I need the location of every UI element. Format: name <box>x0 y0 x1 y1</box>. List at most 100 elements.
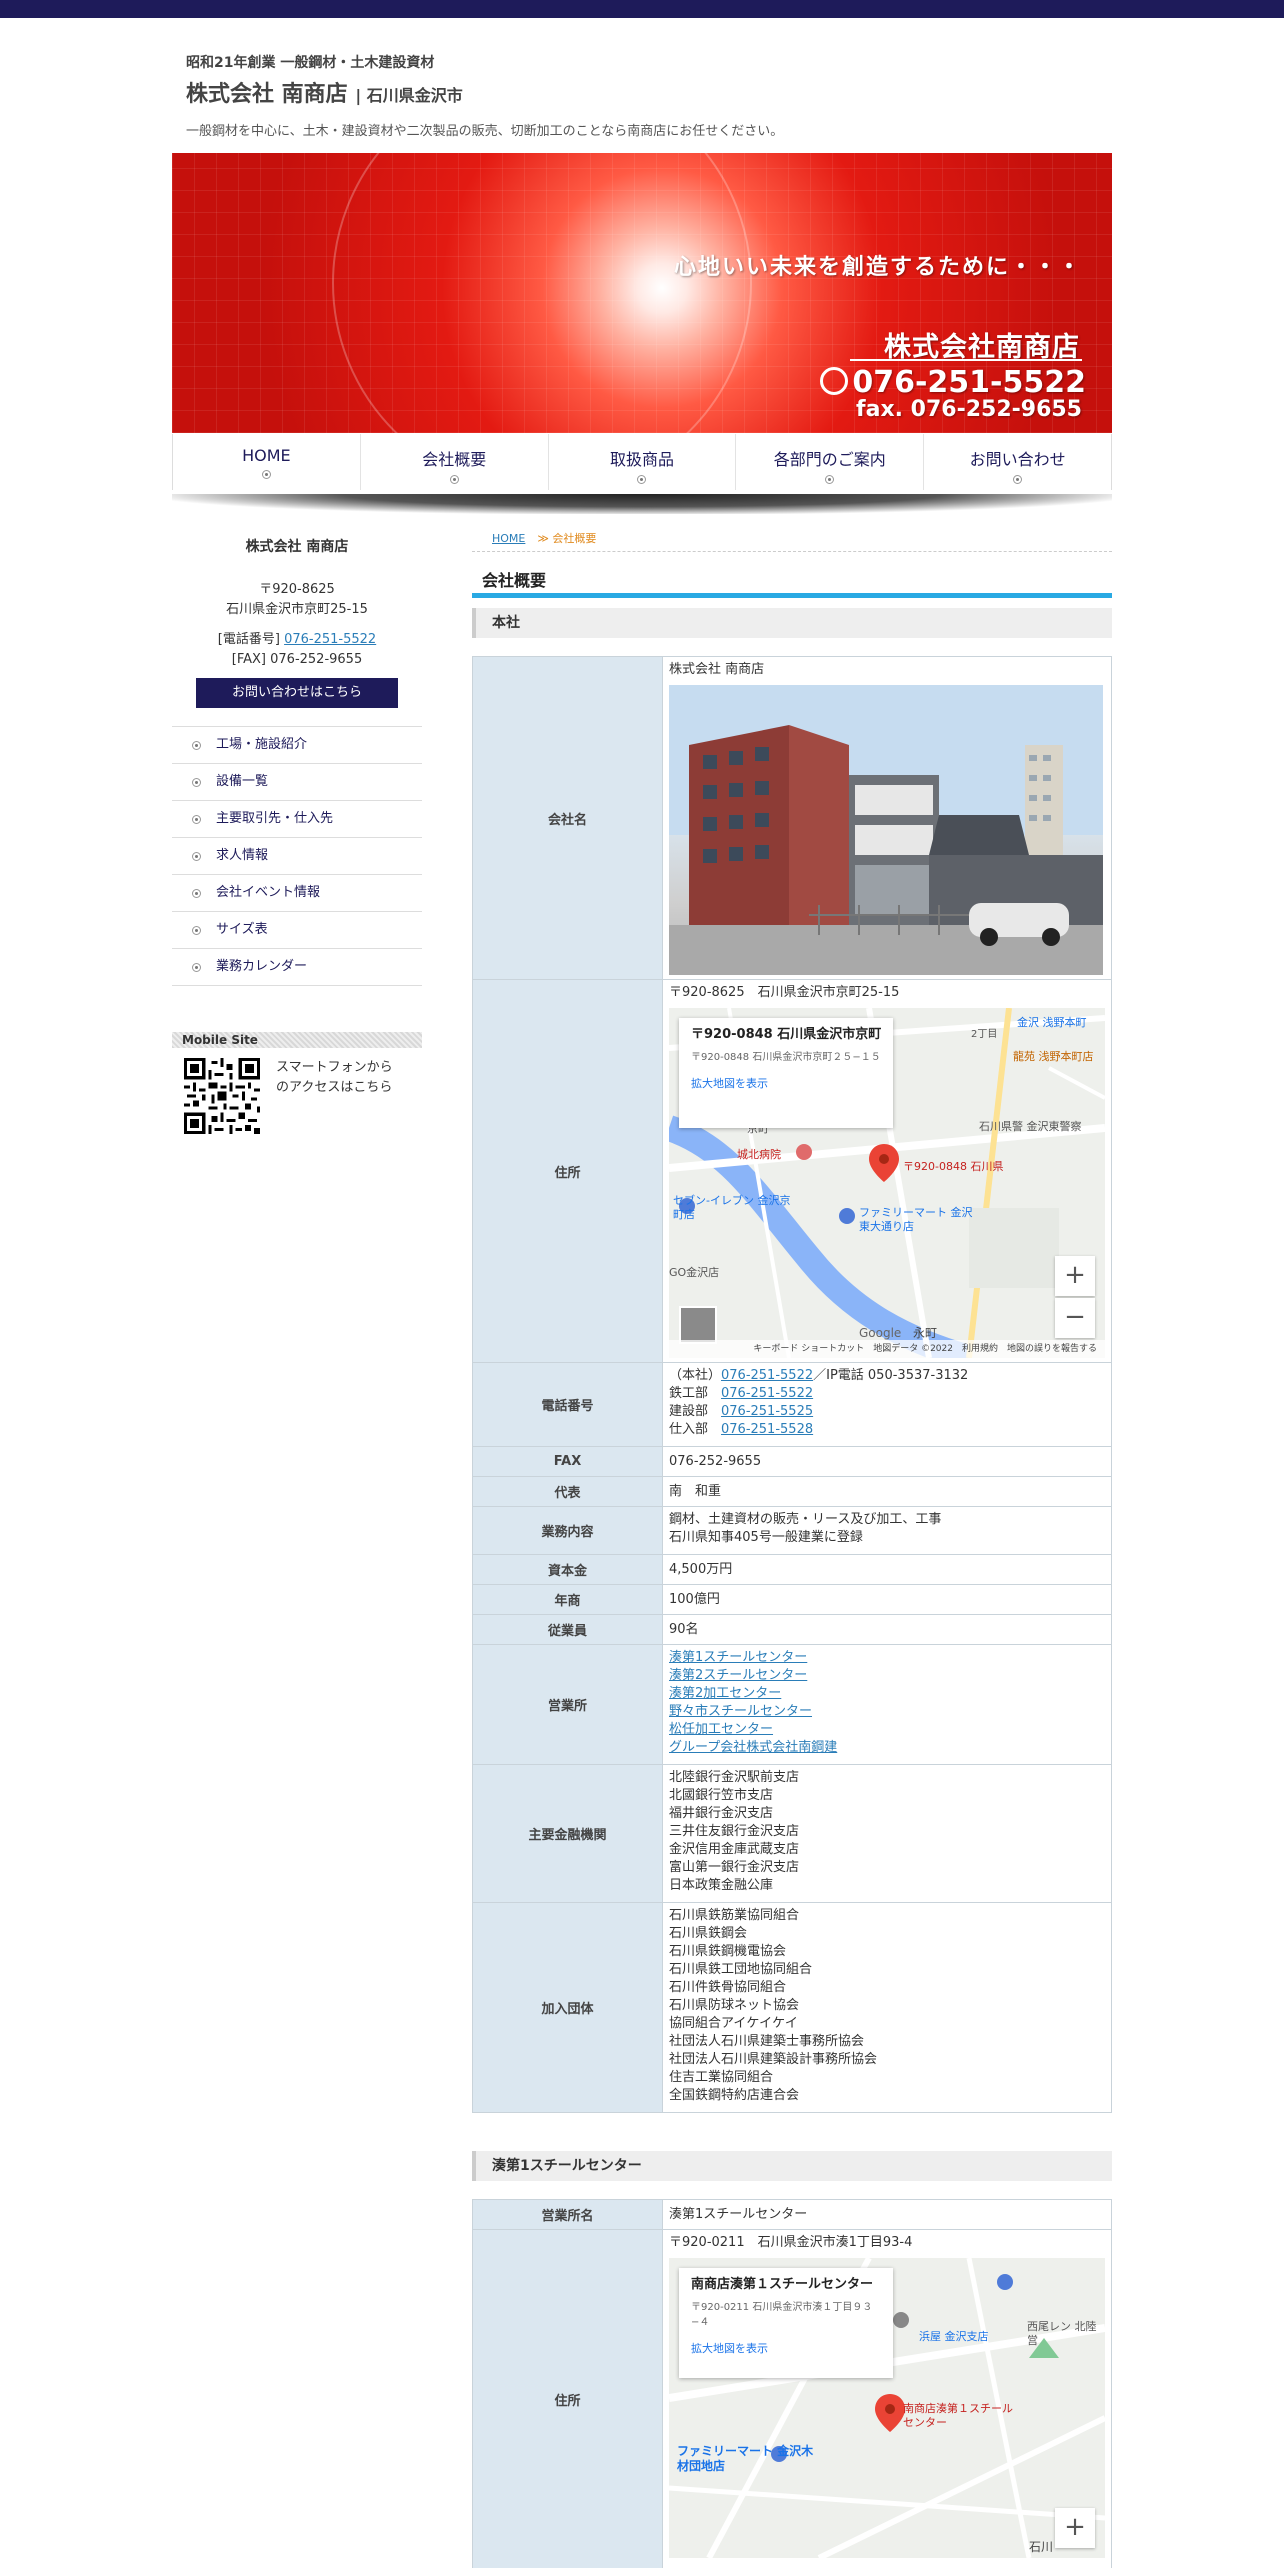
sidebar-item-equipment[interactable]: 設備一覧 <box>172 764 422 801</box>
office-link[interactable]: グループ会社株式会社南鋼建 <box>669 1740 837 1755</box>
map-enlarge-link[interactable]: 拡大地図を表示 <box>691 2340 881 2358</box>
phone-link[interactable]: 076-251-5522 <box>721 1368 813 1383</box>
sidebar-tel-label: [電話番号] <box>217 632 280 647</box>
row-value: 90名 <box>662 1614 1112 1645</box>
map-label: 西尾レン 北陸営 <box>1027 2320 1097 2347</box>
row-label: 営業所 <box>472 1644 663 1765</box>
phone-prefix: 仕入部 <box>669 1422 722 1437</box>
nav-company[interactable]: 会社概要 <box>361 434 549 490</box>
phone-link[interactable]: 076-251-5528 <box>721 1422 813 1437</box>
page-title: 会社概要 <box>472 566 1112 598</box>
bullet-icon <box>192 815 201 824</box>
address-value: 〒920-0211 石川県金沢市湊1丁目93-4 <box>669 2235 913 2250</box>
nav-contact[interactable]: お問い合わせ <box>924 434 1111 490</box>
qr-code-icon[interactable] <box>184 1058 260 1134</box>
sidebar-item-events[interactable]: 会社イベント情報 <box>172 875 422 912</box>
row-label: 業務内容 <box>472 1506 663 1555</box>
office-link[interactable]: 湊第1スチールセンター <box>669 1650 807 1665</box>
group-item: 石川県防球ネット協会 <box>669 1998 800 2013</box>
nav-departments[interactable]: 各部門のご案内 <box>736 434 925 490</box>
row-label: 代表 <box>472 1476 663 1507</box>
zoom-in-button[interactable]: + <box>1055 2508 1095 2548</box>
contact-button[interactable]: お問い合わせはこちら <box>196 678 398 708</box>
row-value: 湊第1スチールセンター 湊第2スチールセンター 湊第2加工センター 野々市スチー… <box>662 1644 1112 1765</box>
group-item: 社団法人石川県建築士事務所協会 <box>669 2034 865 2049</box>
row-value: 076-252-9655 <box>662 1446 1112 1477</box>
map-pin-label: 〒920-0848 石川県 <box>903 1160 1004 1173</box>
map-label: 石川 <box>1029 2540 1054 2554</box>
row-label: 加入団体 <box>472 1902 663 2113</box>
map-pin-icon <box>869 1144 899 1182</box>
row-label: 住所 <box>472 2229 663 2568</box>
sidebar-menu: 工場・施設紹介 設備一覧 主要取引先・仕入先 求人情報 会社イベント情報 サイズ… <box>172 726 422 986</box>
group-item: 石川県鉄鋼会 <box>669 1926 748 1941</box>
sidebar-phone: [電話番号] 076-251-5522 [FAX] 076-252-9655 <box>172 630 422 670</box>
mobile-text-line: スマートフォンから <box>276 1060 393 1075</box>
map-info-card: 南商店湊第１スチールセンター 〒920-0211 石川県金沢市湊１丁目９３−４ … <box>679 2268 893 2378</box>
sidebar-item-calendar[interactable]: 業務カレンダー <box>172 949 422 986</box>
nav-shadow <box>172 494 1112 514</box>
bank-item: 北國銀行笠市支店 <box>669 1788 774 1803</box>
phone-prefix: 建設部 <box>669 1404 722 1419</box>
nav-home[interactable]: HOME <box>173 434 361 490</box>
google-map-headoffice[interactable]: 〒920-0848 石川県 金沢 浅野本町 2丁目 龍苑 浅野本町店 石川県警 … <box>669 1008 1105 1358</box>
map-label: セブン-イレブン 金沢京町店 <box>673 1194 791 1221</box>
map-card-title: 〒920-0848 石川県金沢市京町... <box>691 1027 881 1042</box>
site-title[interactable]: 株式会社 南商店 | 石川県金沢市 <box>186 76 1106 108</box>
sidebar-item-facilities[interactable]: 工場・施設紹介 <box>172 727 422 764</box>
phone-link[interactable]: 076-251-5522 <box>721 1386 813 1401</box>
map-label: 石川県警 金沢東警察 <box>979 1120 1082 1133</box>
office-link[interactable]: 湊第2加工センター <box>669 1686 781 1701</box>
hero-slogan: 心地いい未来を創造するために・・・ <box>673 255 1082 280</box>
office-info-table: 営業所名 湊第1スチールセンター 住所 〒920-0211 石川県金沢市湊1丁目… <box>472 2199 1112 2568</box>
bullet-icon <box>192 852 201 861</box>
sidebar-item-label: 業務カレンダー <box>216 959 308 974</box>
row-value: （本社）076-251-5522／IP電話 050-3537-3132 鉄工部 … <box>662 1362 1112 1447</box>
row-label: 営業所名 <box>472 2199 663 2230</box>
office-link[interactable]: 野々市スチールセンター <box>669 1704 812 1719</box>
group-item: 石川県鉄鋼機電協会 <box>669 1944 787 1959</box>
sidebar-item-partners[interactable]: 主要取引先・仕入先 <box>172 801 422 838</box>
table-row: 資本金 4,500万円 <box>472 1554 1112 1585</box>
group-item: 協同組合アイケイケイ <box>669 2016 798 2031</box>
group-item: 石川県鉄筋業協同組合 <box>669 1908 800 1923</box>
table-row: 電話番号 （本社）076-251-5522／IP電話 050-3537-3132… <box>472 1362 1112 1447</box>
map-pin-icon <box>875 2394 905 2432</box>
row-label: 主要金融機関 <box>472 1764 663 1903</box>
nav-label: HOME <box>242 446 291 465</box>
hero-banner: 心地いい未来を創造するために・・・ 株式会社南商店 076-251-5522 f… <box>172 153 1112 433</box>
breadcrumb-current: ≫ 会社概要 <box>537 532 597 545</box>
bullet-icon <box>192 889 201 898</box>
map-card-title: 南商店湊第１スチールセンター <box>691 2277 874 2292</box>
google-map-minato1[interactable]: 南商店湊第１スチールセンター 浜屋 金沢支店 西尾レン 北陸営 ファミリーマート… <box>669 2258 1105 2558</box>
row-label: 従業員 <box>472 1614 663 1645</box>
phone-link[interactable]: 076-251-5525 <box>721 1404 813 1419</box>
breadcrumb-home[interactable]: HOME <box>492 532 525 545</box>
map-card-address: 〒920-0848 石川県金沢市京町２５−１５ <box>691 1052 881 1063</box>
sidebar-item-sizes[interactable]: サイズ表 <box>172 912 422 949</box>
office-link[interactable]: 湊第2スチールセンター <box>669 1668 807 1683</box>
sidebar-street: 石川県金沢市京町25-15 <box>226 602 368 617</box>
map-label: GO金沢店 <box>669 1266 720 1279</box>
map-label: 金沢 浅野本町 <box>1017 1016 1087 1029</box>
company-name[interactable]: 株式会社 南商店 <box>186 82 348 107</box>
sidebar-item-label: 工場・施設紹介 <box>216 737 308 752</box>
sidebar-tel-link[interactable]: 076-251-5522 <box>284 632 376 647</box>
table-row: 業務内容 鋼材、土建資材の販売・リース及び加工、工事 石川県知事405号一般建業… <box>472 1506 1112 1555</box>
map-label: ファミリーマート 金沢木材団地店 <box>677 2444 814 2473</box>
hero-light-ring <box>332 153 752 433</box>
row-value: 株式会社 南商店 <box>662 656 1112 980</box>
section-heading-minato1: 湊第1スチールセンター <box>472 2151 1112 2181</box>
office-link[interactable]: 松任加工センター <box>669 1722 773 1737</box>
bank-item: 福井銀行金沢支店 <box>669 1806 774 1821</box>
map-attribution[interactable]: キーボード ショートカット 地図データ ©2022 利用規約 地図の誤りを報告す… <box>669 1340 1105 1358</box>
sidebar-item-recruit[interactable]: 求人情報 <box>172 838 422 875</box>
sidebar-postal: 〒920-8625 <box>259 582 335 597</box>
row-value: 北陸銀行金沢駅前支店 北國銀行笠市支店 福井銀行金沢支店 三井住友銀行金沢支店 … <box>662 1764 1112 1903</box>
nav-products[interactable]: 取扱商品 <box>549 434 737 490</box>
zoom-in-button[interactable]: + <box>1055 1256 1095 1296</box>
zoom-out-button[interactable]: − <box>1055 1298 1095 1338</box>
map-enlarge-link[interactable]: 拡大地図を表示 <box>691 1075 881 1093</box>
row-value: 石川県鉄筋業協同組合 石川県鉄鋼会 石川県鉄鋼機電協会 石川県鉄工団地協同組合 … <box>662 1902 1112 2113</box>
map-layer-toggle[interactable] <box>679 1306 717 1344</box>
